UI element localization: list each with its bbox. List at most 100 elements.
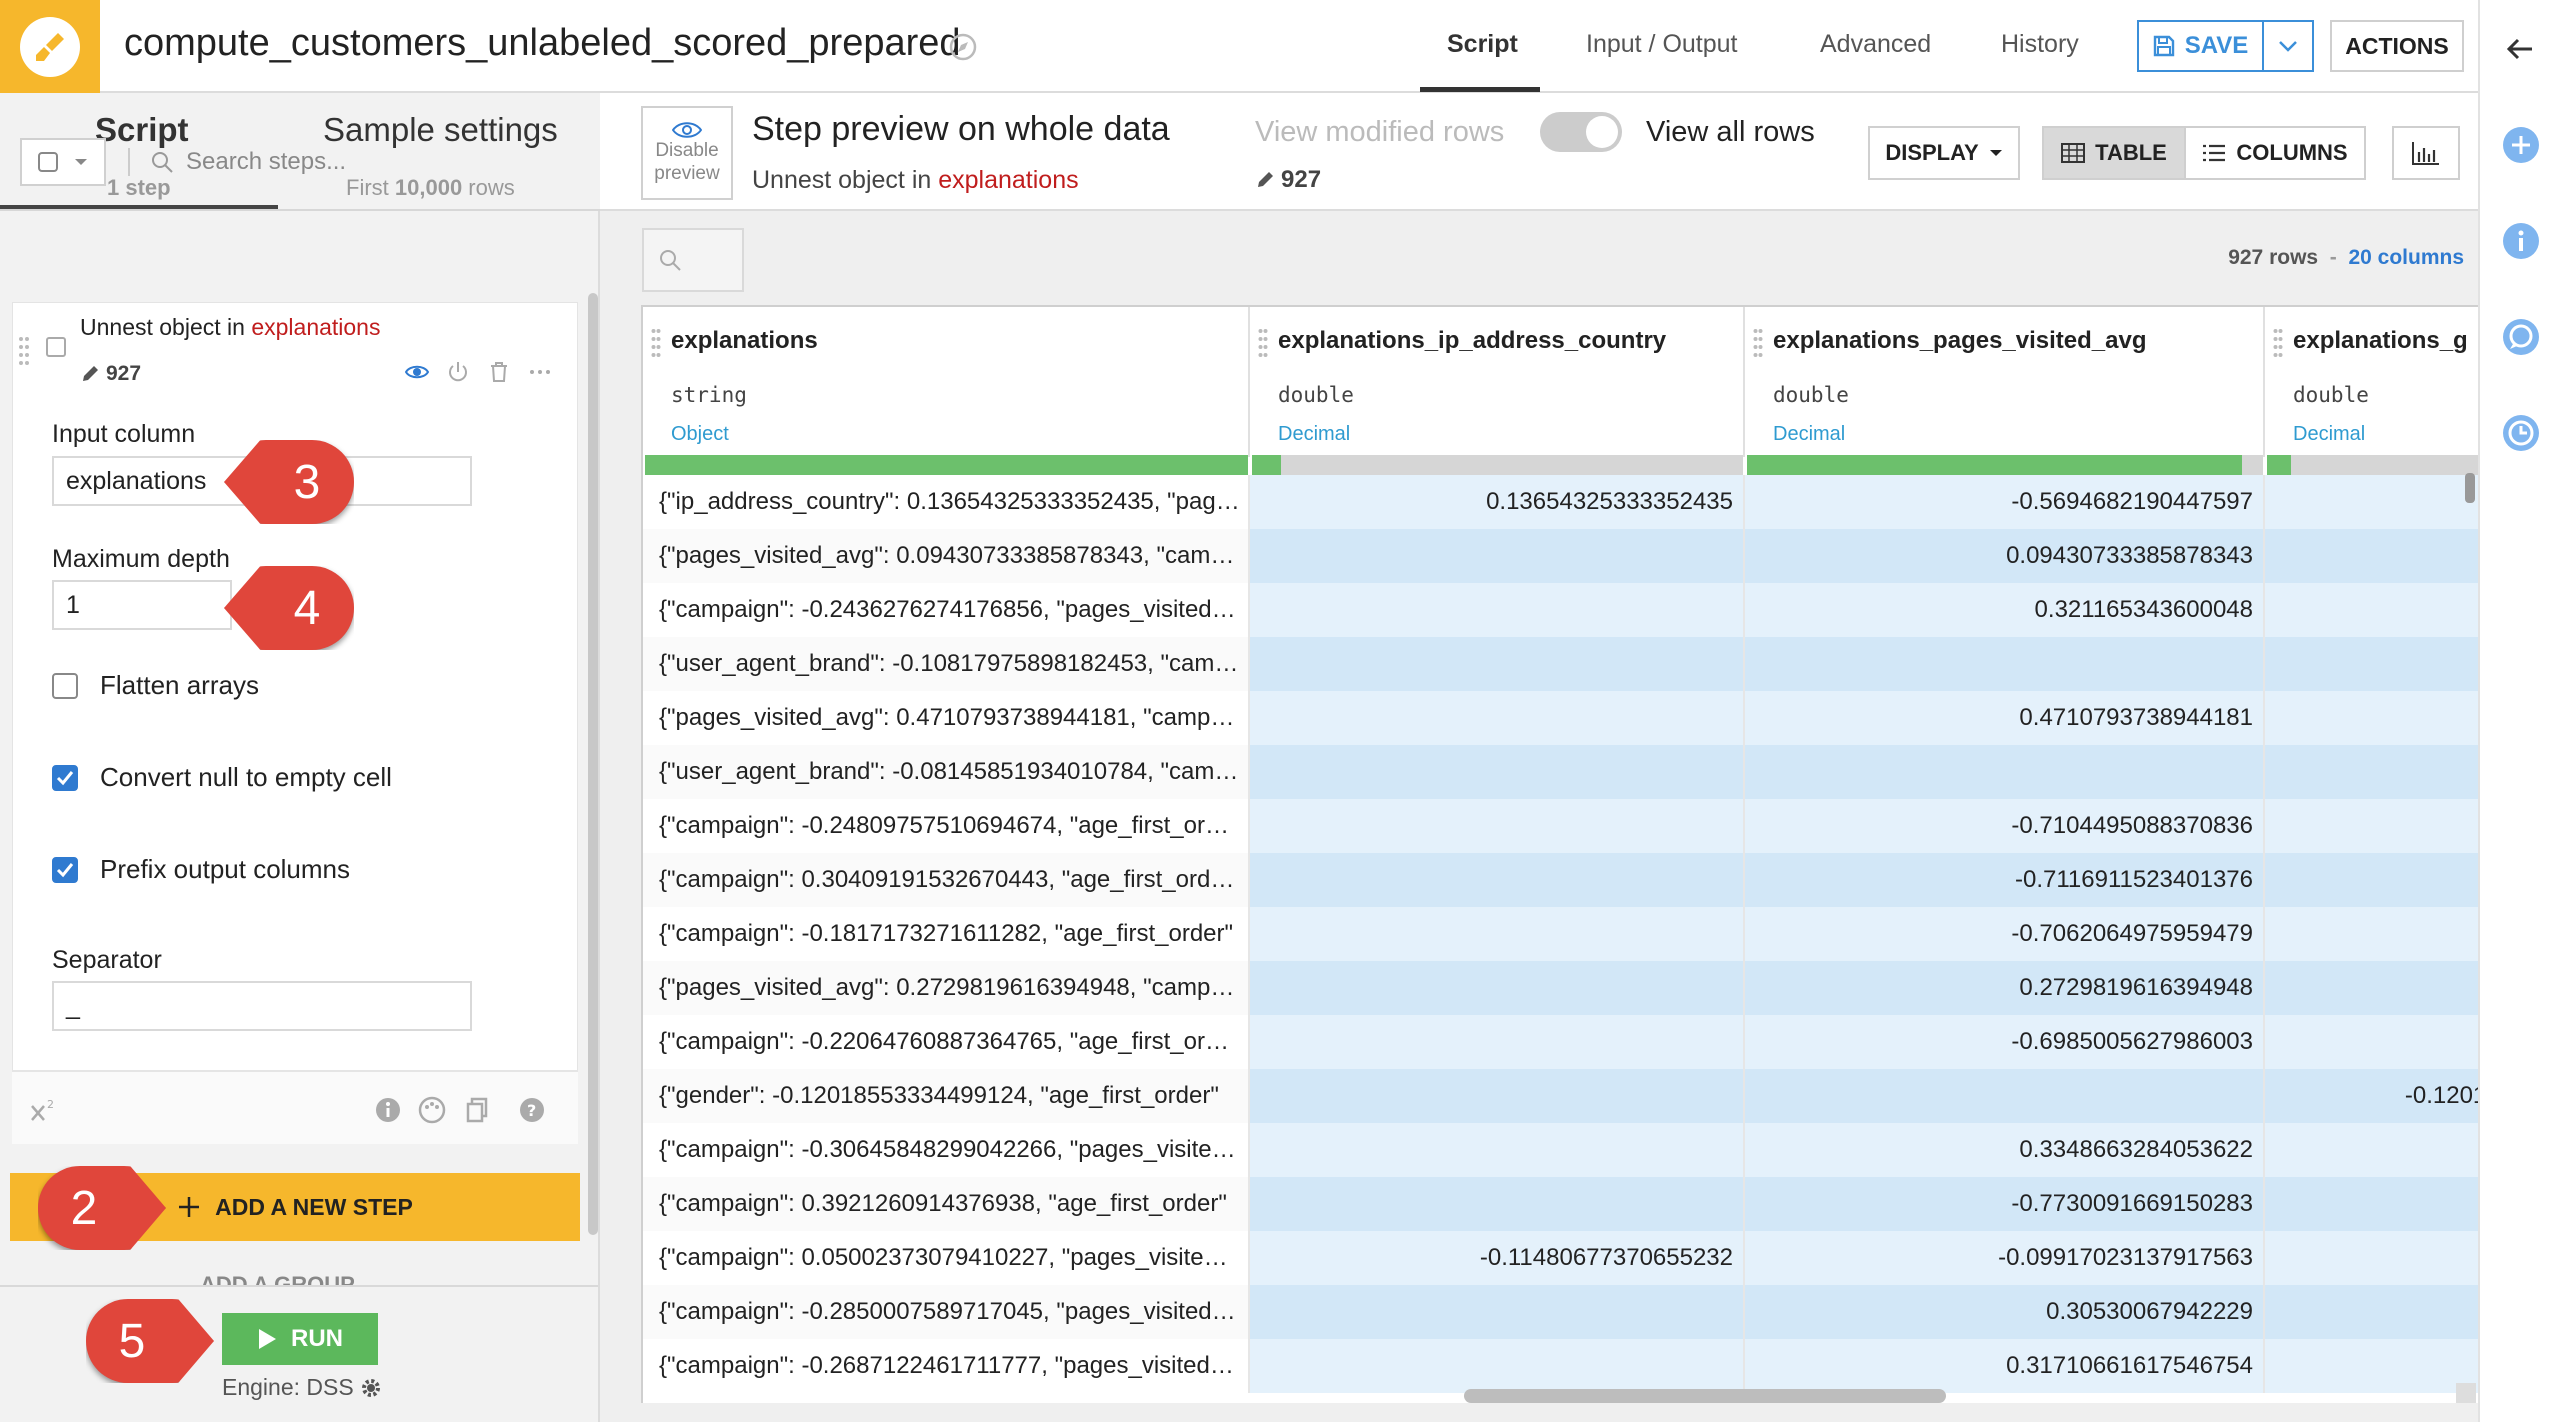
columns-count[interactable]: 20 columns: [2348, 246, 2464, 269]
save-button[interactable]: SAVE: [2137, 20, 2264, 72]
disable-preview-button[interactable]: Disable preview: [641, 106, 733, 200]
table-cell[interactable]: -0.7730091669150283: [1745, 1177, 2265, 1231]
plus-circle-icon[interactable]: [2500, 124, 2542, 166]
table-cell[interactable]: 0.2729819616394948: [1745, 961, 2265, 1015]
table-row[interactable]: {"campaign": 0.3921260914376938, "age_fi…: [643, 1177, 2478, 1231]
table-cell[interactable]: [2265, 799, 2478, 853]
table-cell[interactable]: [1745, 745, 2265, 799]
search-steps-input[interactable]: Search steps...: [150, 138, 570, 186]
table-cell[interactable]: {"campaign": 0.3921260914376938, "age_fi…: [643, 1177, 1250, 1231]
tab-history[interactable]: History: [2001, 30, 2079, 59]
table-row[interactable]: {"campaign": -0.24809757510694674, "age_…: [643, 799, 2478, 853]
table-row[interactable]: {"campaign": -0.1817173271611282, "age_f…: [643, 907, 2478, 961]
eye-icon[interactable]: [405, 360, 429, 384]
table-cell[interactable]: {"campaign": -0.24809757510694674, "age_…: [643, 799, 1250, 853]
table-cell[interactable]: [2265, 1015, 2478, 1069]
column-header-pages-visited-avg[interactable]: explanations_pages_visited_avg double De…: [1745, 307, 2265, 457]
table-cell[interactable]: [2265, 583, 2478, 637]
column-meaning[interactable]: Object: [671, 423, 729, 446]
table-cell[interactable]: [2265, 853, 2478, 907]
table-cell[interactable]: {"campaign": -0.2436276274176856, "pages…: [643, 583, 1250, 637]
table-cell[interactable]: [2265, 1177, 2478, 1231]
table-cell[interactable]: {"campaign": 0.30409191532670443, "age_f…: [643, 853, 1250, 907]
table-cell[interactable]: [1250, 799, 1745, 853]
run-button[interactable]: RUN: [222, 1313, 378, 1365]
step-title[interactable]: Unnest object in explanations: [80, 314, 380, 341]
table-cell[interactable]: -0.5694682190447597: [1745, 475, 2265, 529]
table-row[interactable]: {"campaign": 0.30409191532670443, "age_f…: [643, 853, 2478, 907]
table-cell[interactable]: [1250, 907, 1745, 961]
table-row[interactable]: {"campaign": -0.30645848299042266, "page…: [643, 1123, 2478, 1177]
info-circle-icon[interactable]: [2500, 220, 2542, 262]
table-cell[interactable]: [2265, 637, 2478, 691]
prefix-output-checkbox[interactable]: [52, 856, 78, 883]
table-row[interactable]: {"campaign": -0.2850007589717045, "pages…: [643, 1285, 2478, 1339]
table-cell[interactable]: {"campaign": -0.2687122461711777, "pages…: [643, 1339, 1250, 1393]
separator-field[interactable]: _: [52, 981, 472, 1031]
table-cell[interactable]: 0.3348663284053622: [1745, 1123, 2265, 1177]
table-cell[interactable]: [1250, 1285, 1745, 1339]
table-cell[interactable]: [2265, 475, 2478, 529]
table-cell[interactable]: [1250, 745, 1745, 799]
table-cell[interactable]: [1250, 1339, 1745, 1393]
view-all-rows-label[interactable]: View all rows: [1646, 116, 1815, 149]
table-cell[interactable]: [2265, 745, 2478, 799]
drag-handle-icon[interactable]: [18, 335, 30, 371]
superscript-icon[interactable]: 2: [28, 1096, 56, 1124]
table-search-button[interactable]: [642, 228, 744, 292]
convert-null-checkbox[interactable]: [52, 764, 78, 791]
table-cell[interactable]: [2265, 1285, 2478, 1339]
table-cell[interactable]: {"campaign": -0.1817173271611282, "age_f…: [643, 907, 1250, 961]
info-icon[interactable]: [374, 1096, 402, 1124]
tab-advanced[interactable]: Advanced: [1820, 30, 1931, 59]
table-cell[interactable]: 0.31710661617546754: [1745, 1339, 2265, 1393]
convert-null-option[interactable]: Convert null to empty cell: [52, 762, 392, 793]
table-row[interactable]: {"gender": -0.12018553334499124, "age_fi…: [643, 1069, 2478, 1123]
table-cell[interactable]: 0.30530067942229: [1745, 1285, 2265, 1339]
table-cell[interactable]: -0.7104495088370836: [1745, 799, 2265, 853]
table-cell[interactable]: [1250, 1015, 1745, 1069]
table-cell[interactable]: {"gender": -0.12018553334499124, "age_fi…: [643, 1069, 1250, 1123]
table-row[interactable]: {"user_agent_brand": -0.0814585193401078…: [643, 745, 2478, 799]
table-cell[interactable]: [1250, 1069, 1745, 1123]
table-cell[interactable]: -0.7116911523401376: [1745, 853, 2265, 907]
table-row[interactable]: {"campaign": -0.2687122461711777, "pages…: [643, 1339, 2478, 1393]
table-cell[interactable]: -0.11480677370655232: [1250, 1231, 1745, 1285]
table-cell[interactable]: [1250, 1177, 1745, 1231]
table-cell[interactable]: [1250, 529, 1745, 583]
columns-view-button[interactable]: COLUMNS: [2184, 126, 2366, 180]
table-cell[interactable]: -0.7062064975959479: [1745, 907, 2265, 961]
recipe-title[interactable]: compute_customers_unlabeled_scored_prepa…: [124, 22, 961, 65]
table-cell[interactable]: {"campaign": 0.05002373079410227, "pages…: [643, 1231, 1250, 1285]
table-row[interactable]: {"campaign": 0.05002373079410227, "pages…: [643, 1231, 2478, 1285]
more-icon[interactable]: [528, 360, 552, 384]
table-cell[interactable]: [2265, 529, 2478, 583]
table-row[interactable]: {"user_agent_brand": -0.1081797589818245…: [643, 637, 2478, 691]
flatten-arrays-option[interactable]: Flatten arrays: [52, 670, 259, 701]
column-meaning[interactable]: Decimal: [2293, 423, 2365, 446]
column-header-explanations-g[interactable]: explanations_g double Decimal: [2265, 307, 2478, 457]
palette-icon[interactable]: [418, 1096, 446, 1124]
table-cell[interactable]: [1250, 961, 1745, 1015]
table-cell[interactable]: [1250, 691, 1745, 745]
actions-button[interactable]: ACTIONS: [2330, 20, 2464, 72]
display-dropdown[interactable]: DISPLAY: [1868, 126, 2020, 180]
table-cell[interactable]: {"user_agent_brand": -0.1081797589818245…: [643, 637, 1250, 691]
table-cell[interactable]: {"pages_visited_avg": 0.0943073338587834…: [643, 529, 1250, 583]
power-icon[interactable]: [446, 360, 470, 384]
trash-icon[interactable]: [487, 360, 511, 384]
prefix-output-option[interactable]: Prefix output columns: [52, 854, 350, 885]
column-meaning[interactable]: Decimal: [1278, 423, 1350, 446]
arrow-left-icon[interactable]: [2500, 28, 2542, 70]
table-cell[interactable]: {"pages_visited_avg": 0.4710793738944181…: [643, 691, 1250, 745]
table-cell[interactable]: {"pages_visited_avg": 0.2729819616394948…: [643, 961, 1250, 1015]
left-panel-scrollbar[interactable]: [588, 293, 598, 1235]
tab-input-output[interactable]: Input / Output: [1586, 30, 1738, 59]
table-row[interactable]: {"ip_address_country": 0.136543253333524…: [643, 475, 2478, 529]
table-cell[interactable]: [1250, 637, 1745, 691]
drag-handle-icon[interactable]: [1753, 327, 1763, 359]
help-icon[interactable]: ?: [518, 1096, 546, 1124]
table-row[interactable]: {"pages_visited_avg": 0.4710793738944181…: [643, 691, 2478, 745]
table-cell[interactable]: [1250, 583, 1745, 637]
drag-handle-icon[interactable]: [2273, 327, 2283, 359]
